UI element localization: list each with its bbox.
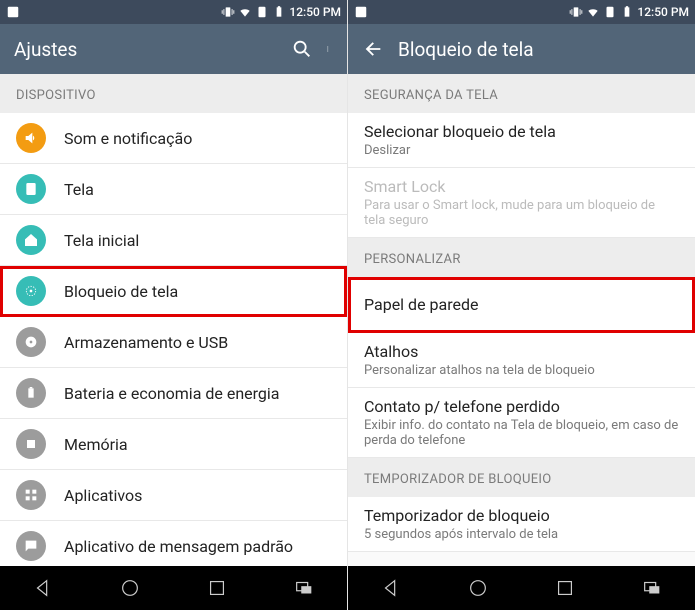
data-icon xyxy=(255,5,269,19)
more-icon[interactable] xyxy=(327,38,333,60)
recent-button[interactable] xyxy=(554,577,576,599)
display-icon xyxy=(16,174,46,204)
lock-icon xyxy=(16,276,46,306)
cast-button[interactable] xyxy=(293,577,315,599)
item-lockscreen[interactable]: Bloqueio de tela xyxy=(0,266,347,317)
phone-left: 12:50 PM Ajustes DISPOSITIVO Som e notif… xyxy=(0,0,347,610)
nav-bar xyxy=(348,566,695,610)
item-label: Tela xyxy=(64,180,94,199)
phone-right: 12:50 PM Bloqueio de tela SEGURANÇA DA T… xyxy=(348,0,695,610)
gallery-icon xyxy=(354,5,368,19)
item-label: Bloqueio de tela xyxy=(64,282,178,301)
item-label: Aplicativos xyxy=(64,486,142,505)
app-bar: Bloqueio de tela xyxy=(348,24,695,74)
vibrate-icon xyxy=(221,5,235,19)
section-header-dispositivo: DISPOSITIVO xyxy=(0,74,347,113)
item-label: Temporizador de bloqueio xyxy=(364,506,558,525)
home-icon xyxy=(16,225,46,255)
item-shortcuts[interactable]: Atalhos Personalizar atalhos na tela de … xyxy=(348,333,695,388)
item-messaging[interactable]: Aplicativo de mensagem padrão xyxy=(0,521,347,566)
status-time: 12:50 PM xyxy=(637,5,689,19)
status-bar: 12:50 PM xyxy=(348,0,695,24)
item-memory[interactable]: Memória xyxy=(0,419,347,470)
status-bar: 12:50 PM xyxy=(0,0,347,24)
item-home[interactable]: Tela inicial xyxy=(0,215,347,266)
back-button[interactable] xyxy=(380,577,402,599)
item-label: Atalhos xyxy=(364,342,595,361)
item-storage[interactable]: Armazenamento e USB xyxy=(0,317,347,368)
home-button[interactable] xyxy=(119,577,141,599)
back-button[interactable] xyxy=(32,577,54,599)
item-label: Memória xyxy=(64,435,128,454)
item-wallpaper[interactable]: Papel de parede xyxy=(348,277,695,333)
item-apps[interactable]: Aplicativos xyxy=(0,470,347,521)
item-smart-lock: Smart Lock Para usar o Smart lock, mude … xyxy=(348,168,695,238)
storage-icon xyxy=(16,327,46,357)
vibrate-icon xyxy=(569,5,583,19)
status-time: 12:50 PM xyxy=(289,5,341,19)
memory-icon xyxy=(16,429,46,459)
item-sub: Exibir info. do contato na Tela de bloqu… xyxy=(364,418,679,448)
search-icon[interactable] xyxy=(291,38,313,60)
item-label: Armazenamento e USB xyxy=(64,333,228,352)
gallery-icon xyxy=(6,5,20,19)
item-lost-contact[interactable]: Contato p/ telefone perdido Exibir info.… xyxy=(348,388,695,458)
battery-icon xyxy=(16,378,46,408)
lockscreen-settings: SEGURANÇA DA TELA Selecionar bloqueio de… xyxy=(348,74,695,566)
cast-button[interactable] xyxy=(641,577,663,599)
section-header-seguranca: SEGURANÇA DA TELA xyxy=(348,74,695,113)
battery-icon xyxy=(620,5,634,19)
item-battery[interactable]: Bateria e economia de energia xyxy=(0,368,347,419)
settings-list: DISPOSITIVO Som e notificação Tela Tela … xyxy=(0,74,347,566)
sound-icon xyxy=(16,123,46,153)
battery-icon xyxy=(272,5,286,19)
section-header-timer: TEMPORIZADOR DE BLOQUEIO xyxy=(348,458,695,497)
app-bar: Ajustes xyxy=(0,24,347,74)
item-label: Contato p/ telefone perdido xyxy=(364,397,679,416)
item-display[interactable]: Tela xyxy=(0,164,347,215)
nav-bar xyxy=(0,566,347,610)
item-sound[interactable]: Som e notificação xyxy=(0,113,347,164)
recent-button[interactable] xyxy=(206,577,228,599)
section-header-personalizar: PERSONALIZAR xyxy=(348,238,695,277)
back-icon[interactable] xyxy=(362,38,384,60)
item-sub: Personalizar atalhos na tela de bloqueio xyxy=(364,363,595,378)
wifi-icon xyxy=(586,5,600,19)
item-label: Som e notificação xyxy=(64,129,192,148)
item-sub: 5 segundos após intervalo de tela xyxy=(364,527,558,542)
item-label: Selecionar bloqueio de tela xyxy=(364,122,556,141)
item-label: Aplicativo de mensagem padrão xyxy=(64,537,293,556)
item-lock-timer[interactable]: Temporizador de bloqueio 5 segundos após… xyxy=(348,497,695,552)
home-button[interactable] xyxy=(467,577,489,599)
data-icon xyxy=(603,5,617,19)
item-label: Tela inicial xyxy=(64,231,139,250)
wifi-icon xyxy=(238,5,252,19)
apps-icon xyxy=(16,480,46,510)
item-sub: Para usar o Smart lock, mude para um blo… xyxy=(364,198,679,228)
item-label: Smart Lock xyxy=(364,177,679,196)
page-title: Ajustes xyxy=(14,38,277,61)
item-label: Papel de parede xyxy=(364,295,478,314)
item-label: Bateria e economia de energia xyxy=(64,384,280,403)
page-title: Bloqueio de tela xyxy=(398,38,681,61)
item-sub: Deslizar xyxy=(364,143,556,158)
item-select-lock[interactable]: Selecionar bloqueio de tela Deslizar xyxy=(348,113,695,168)
message-icon xyxy=(16,531,46,561)
